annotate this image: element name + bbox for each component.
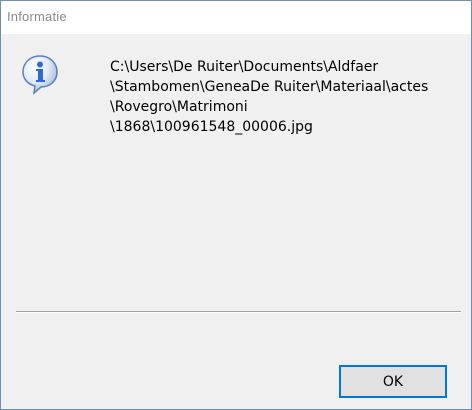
window-title: Informatie bbox=[7, 9, 67, 24]
message-line: C:\Users\De Ruiter\Documents\Aldfaer bbox=[110, 59, 379, 75]
ok-button[interactable]: OK bbox=[339, 365, 447, 398]
message-line: \Rovegro\Matrimoni bbox=[110, 99, 248, 115]
message-line: \1868\100961548_00006.jpg bbox=[110, 119, 313, 135]
title-bar[interactable]: Informatie bbox=[1, 1, 471, 34]
info-icon bbox=[19, 53, 61, 95]
message-text: C:\Users\De Ruiter\Documents\Aldfaer \St… bbox=[110, 57, 460, 137]
message-line: \Stambomen\GeneaDe Ruiter\Materiaal\acte… bbox=[110, 79, 429, 95]
information-dialog: Informatie C:\Users\De Ruiter\Documents\… bbox=[0, 0, 472, 410]
separator bbox=[16, 311, 461, 313]
